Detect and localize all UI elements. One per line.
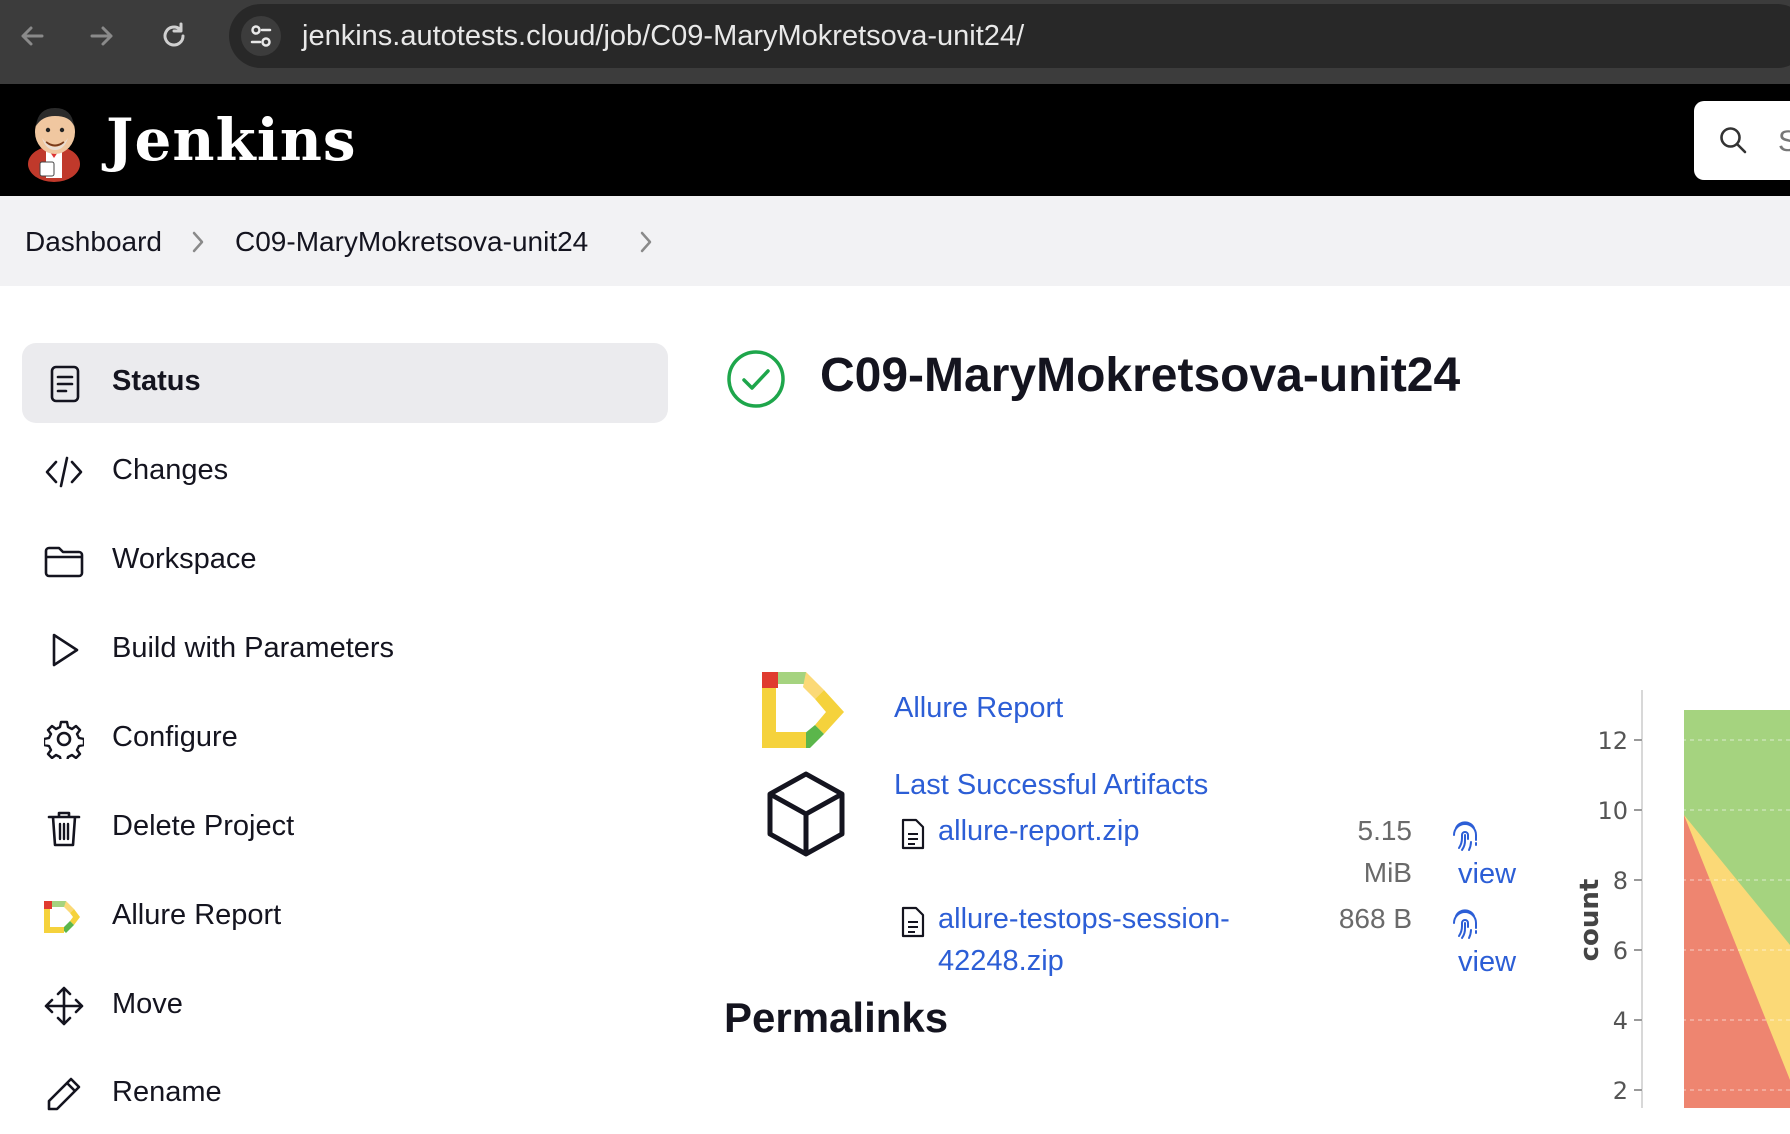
last-successful-artifacts-link[interactable]: Last Successful Artifacts (894, 769, 1208, 802)
allure-icon (44, 901, 80, 933)
sidebar-item-move[interactable]: Move (22, 966, 668, 1046)
pencil-icon (47, 1077, 81, 1111)
file-icon (901, 906, 925, 938)
allure-logo-icon[interactable] (760, 670, 850, 750)
tune-icon (250, 25, 272, 47)
sidebar-item-allure-report[interactable]: Allure Report (22, 877, 668, 957)
artifact-name-line: allure-testops-session- (938, 903, 1230, 935)
fingerprint-icon[interactable] (1450, 818, 1480, 852)
move-icon (44, 986, 84, 1026)
sidebar-item-label: Workspace (112, 543, 257, 575)
chevron-right-icon (192, 231, 204, 253)
file-icon (901, 818, 925, 850)
artifact-size-unit: MiB (1363, 857, 1412, 888)
view-link[interactable]: view (1458, 946, 1516, 979)
artifact-link[interactable]: allure-report.zip (938, 810, 1139, 852)
artifact-size: 5.15 MiB (1290, 810, 1413, 894)
site-info-button[interactable] (241, 16, 281, 56)
search-placeholder: S (1778, 125, 1790, 158)
sidebar-item-changes[interactable]: Changes (22, 432, 668, 512)
sidebar-item-build-with-parameters[interactable]: Build with Parameters (22, 610, 668, 690)
artifact-link[interactable]: allure-testops-session- 42248.zip (938, 898, 1230, 982)
sidebar-item-label: Changes (112, 454, 229, 486)
allure-report-link[interactable]: Allure Report (894, 692, 1063, 725)
package-icon (767, 771, 845, 857)
jenkins-logo-icon[interactable] (24, 100, 86, 182)
artifact-size-value: 5.15 (1357, 815, 1413, 846)
artifact-size: 868 B (1290, 898, 1412, 940)
success-check-icon (727, 350, 785, 408)
page-title: C09-MaryMokretsova-unit24 (820, 349, 1461, 402)
sidebar-item-delete-project[interactable]: Delete Project (22, 788, 668, 868)
y-tick-label: 4 (1613, 1007, 1628, 1035)
sidebar-item-label: Configure (112, 721, 238, 753)
play-icon (52, 633, 79, 667)
sidebar-item-configure[interactable]: Configure (22, 699, 668, 779)
breadcrumb: Dashboard C09-MaryMokretsova-unit24 (0, 196, 1790, 286)
artifact-name-line: 42248.zip (938, 945, 1064, 977)
notepad-icon (50, 365, 80, 403)
sidebar-item-label: Delete Project (112, 810, 295, 842)
artifact-name-line: allure-report.zip (938, 815, 1140, 847)
trash-icon (47, 811, 81, 847)
breadcrumb-job[interactable]: C09-MaryMokretsova-unit24 (235, 226, 588, 258)
sidebar-item-workspace[interactable]: Workspace (22, 521, 668, 601)
reload-icon[interactable] (158, 20, 190, 52)
back-arrow-icon[interactable] (16, 20, 48, 52)
sidebar-item-label: Build with Parameters (112, 632, 395, 664)
search-box[interactable]: S (1694, 101, 1790, 180)
search-icon (1720, 127, 1747, 154)
folder-icon (44, 546, 84, 578)
y-tick-label: 12 (1597, 727, 1628, 755)
view-link[interactable]: view (1458, 858, 1516, 891)
gear-icon (44, 720, 84, 759)
sidebar-item-rename[interactable]: Rename (22, 1054, 668, 1134)
sidebar-item-status[interactable]: Status (22, 343, 668, 423)
forward-arrow-icon[interactable] (86, 20, 118, 52)
sidebar-item-label: Move (112, 988, 183, 1020)
browser-toolbar: jenkins.autotests.cloud/job/C09-MaryMokr… (0, 0, 1790, 84)
y-axis-label: count (1575, 879, 1605, 962)
allure-trend-chart[interactable]: 2 4 6 8 10 12 count (1560, 680, 1790, 1108)
jenkins-header: Jenkins S (0, 84, 1790, 196)
y-tick-label: 10 (1597, 797, 1628, 825)
address-bar[interactable]: jenkins.autotests.cloud/job/C09-MaryMokr… (229, 4, 1790, 68)
app-title[interactable]: Jenkins (106, 106, 357, 174)
artifact-size-value: 868 B (1338, 903, 1412, 934)
breadcrumb-dashboard[interactable]: Dashboard (25, 226, 162, 258)
code-icon (45, 456, 83, 488)
y-tick-label: 6 (1613, 937, 1628, 965)
fingerprint-icon[interactable] (1450, 906, 1480, 940)
chevron-right-icon[interactable] (638, 229, 654, 255)
sidebar-item-label: Allure Report (112, 899, 282, 931)
url-text[interactable]: jenkins.autotests.cloud/job/C09-MaryMokr… (302, 20, 1024, 53)
y-tick-label: 2 (1613, 1077, 1628, 1105)
permalinks-heading: Permalinks (724, 994, 949, 1041)
sidebar-item-label: Rename (112, 1076, 222, 1108)
y-tick-label: 8 (1613, 867, 1628, 895)
sidebar-item-label: Status (112, 365, 201, 397)
